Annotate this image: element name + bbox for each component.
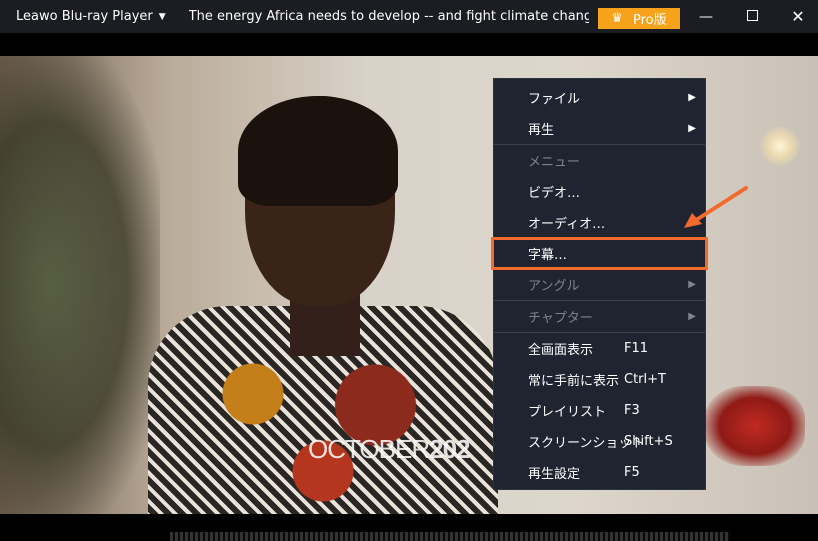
minimize-icon: — <box>699 8 713 25</box>
menu-item-label: プレイリスト <box>528 405 607 420</box>
submenu-arrow-icon: ▶ <box>688 279 696 290</box>
background-plant <box>0 56 160 514</box>
menu-item-label: 字幕… <box>528 248 568 263</box>
video-title: The energy Africa needs to develop -- an… <box>188 9 589 24</box>
context-menu: ファイル ▶ 再生 ▶ メニュー ビデオ… オーディオ… 字幕… アングル ▶ … <box>493 78 706 490</box>
menu-item-label: アングル <box>528 279 580 294</box>
menu-item-angle: アングル ▶ <box>494 269 705 300</box>
menu-item-subtitles[interactable]: 字幕… <box>494 238 705 269</box>
submenu-arrow-icon: ▶ <box>688 123 696 134</box>
menu-item-label: ファイル <box>528 92 581 107</box>
background-flowers <box>705 386 805 466</box>
menu-item-label: 再生 <box>528 123 555 138</box>
app-menu-button[interactable]: Leawo Blu-ray Player ▼ <box>0 0 166 33</box>
maximize-icon <box>746 9 758 25</box>
minimize-button[interactable]: — <box>683 0 729 33</box>
menu-item-always-on-top[interactable]: 常に手前に表示 Ctrl+T <box>494 364 705 395</box>
menu-item-label: チャプター <box>528 311 593 326</box>
menu-item-shortcut: Shift+S <box>624 434 673 449</box>
subtitle-text-cropped <box>170 532 730 541</box>
menu-item-screenshot[interactable]: スクリーンショット Shift+S <box>494 426 705 457</box>
menu-item-shortcut: Ctrl+T <box>624 372 666 387</box>
menu-item-playlist[interactable]: プレイリスト F3 <box>494 395 705 426</box>
menu-item-shortcut: F5 <box>624 465 640 480</box>
background-lamp <box>760 126 800 166</box>
submenu-arrow-icon: ▶ <box>688 92 696 103</box>
menu-item-menu: メニュー <box>494 145 705 176</box>
maximize-button[interactable] <box>729 0 775 33</box>
menu-item-fullscreen[interactable]: 全画面表示 F11 <box>494 333 705 364</box>
crown-icon: ♛ <box>611 11 624 26</box>
app-name-label: Leawo Blu-ray Player <box>16 9 153 24</box>
menu-item-file[interactable]: ファイル ▶ <box>494 82 705 113</box>
watermark-month: OCTOBER <box>308 434 430 464</box>
speaker-hair <box>238 96 398 206</box>
menu-item-label: 常に手前に表示 <box>528 374 620 389</box>
close-icon: ✕ <box>791 7 805 26</box>
menu-item-playback[interactable]: 再生 ▶ <box>494 113 705 144</box>
chevron-down-icon: ▼ <box>158 11 166 22</box>
menu-item-shortcut: F11 <box>624 341 649 356</box>
menu-item-playback-settings[interactable]: 再生設定 F5 <box>494 457 705 488</box>
annotation-arrow-icon <box>684 186 748 228</box>
bottom-bar <box>0 514 818 541</box>
submenu-arrow-icon: ▶ <box>688 311 696 322</box>
watermark-year: 202 <box>429 434 470 464</box>
menu-item-shortcut: F3 <box>624 403 640 418</box>
pro-upgrade-button[interactable]: ♛ Pro版 <box>598 8 680 29</box>
menu-item-label: 再生設定 <box>528 467 581 482</box>
title-bar: Leawo Blu-ray Player ▼ The energy Africa… <box>0 0 818 33</box>
pro-label: Pro版 <box>633 13 667 28</box>
menu-item-audio[interactable]: オーディオ… <box>494 207 705 238</box>
menu-item-label: ビデオ… <box>528 186 581 201</box>
menu-item-label: 全画面表示 <box>528 343 594 358</box>
menu-item-label: オーディオ… <box>528 217 606 232</box>
close-button[interactable]: ✕ <box>775 0 818 33</box>
menu-item-video[interactable]: ビデオ… <box>494 176 705 207</box>
video-watermark: OCTOBER202 <box>308 434 471 465</box>
menu-item-chapter: チャプター ▶ <box>494 301 705 332</box>
menu-item-label: メニュー <box>528 155 581 170</box>
